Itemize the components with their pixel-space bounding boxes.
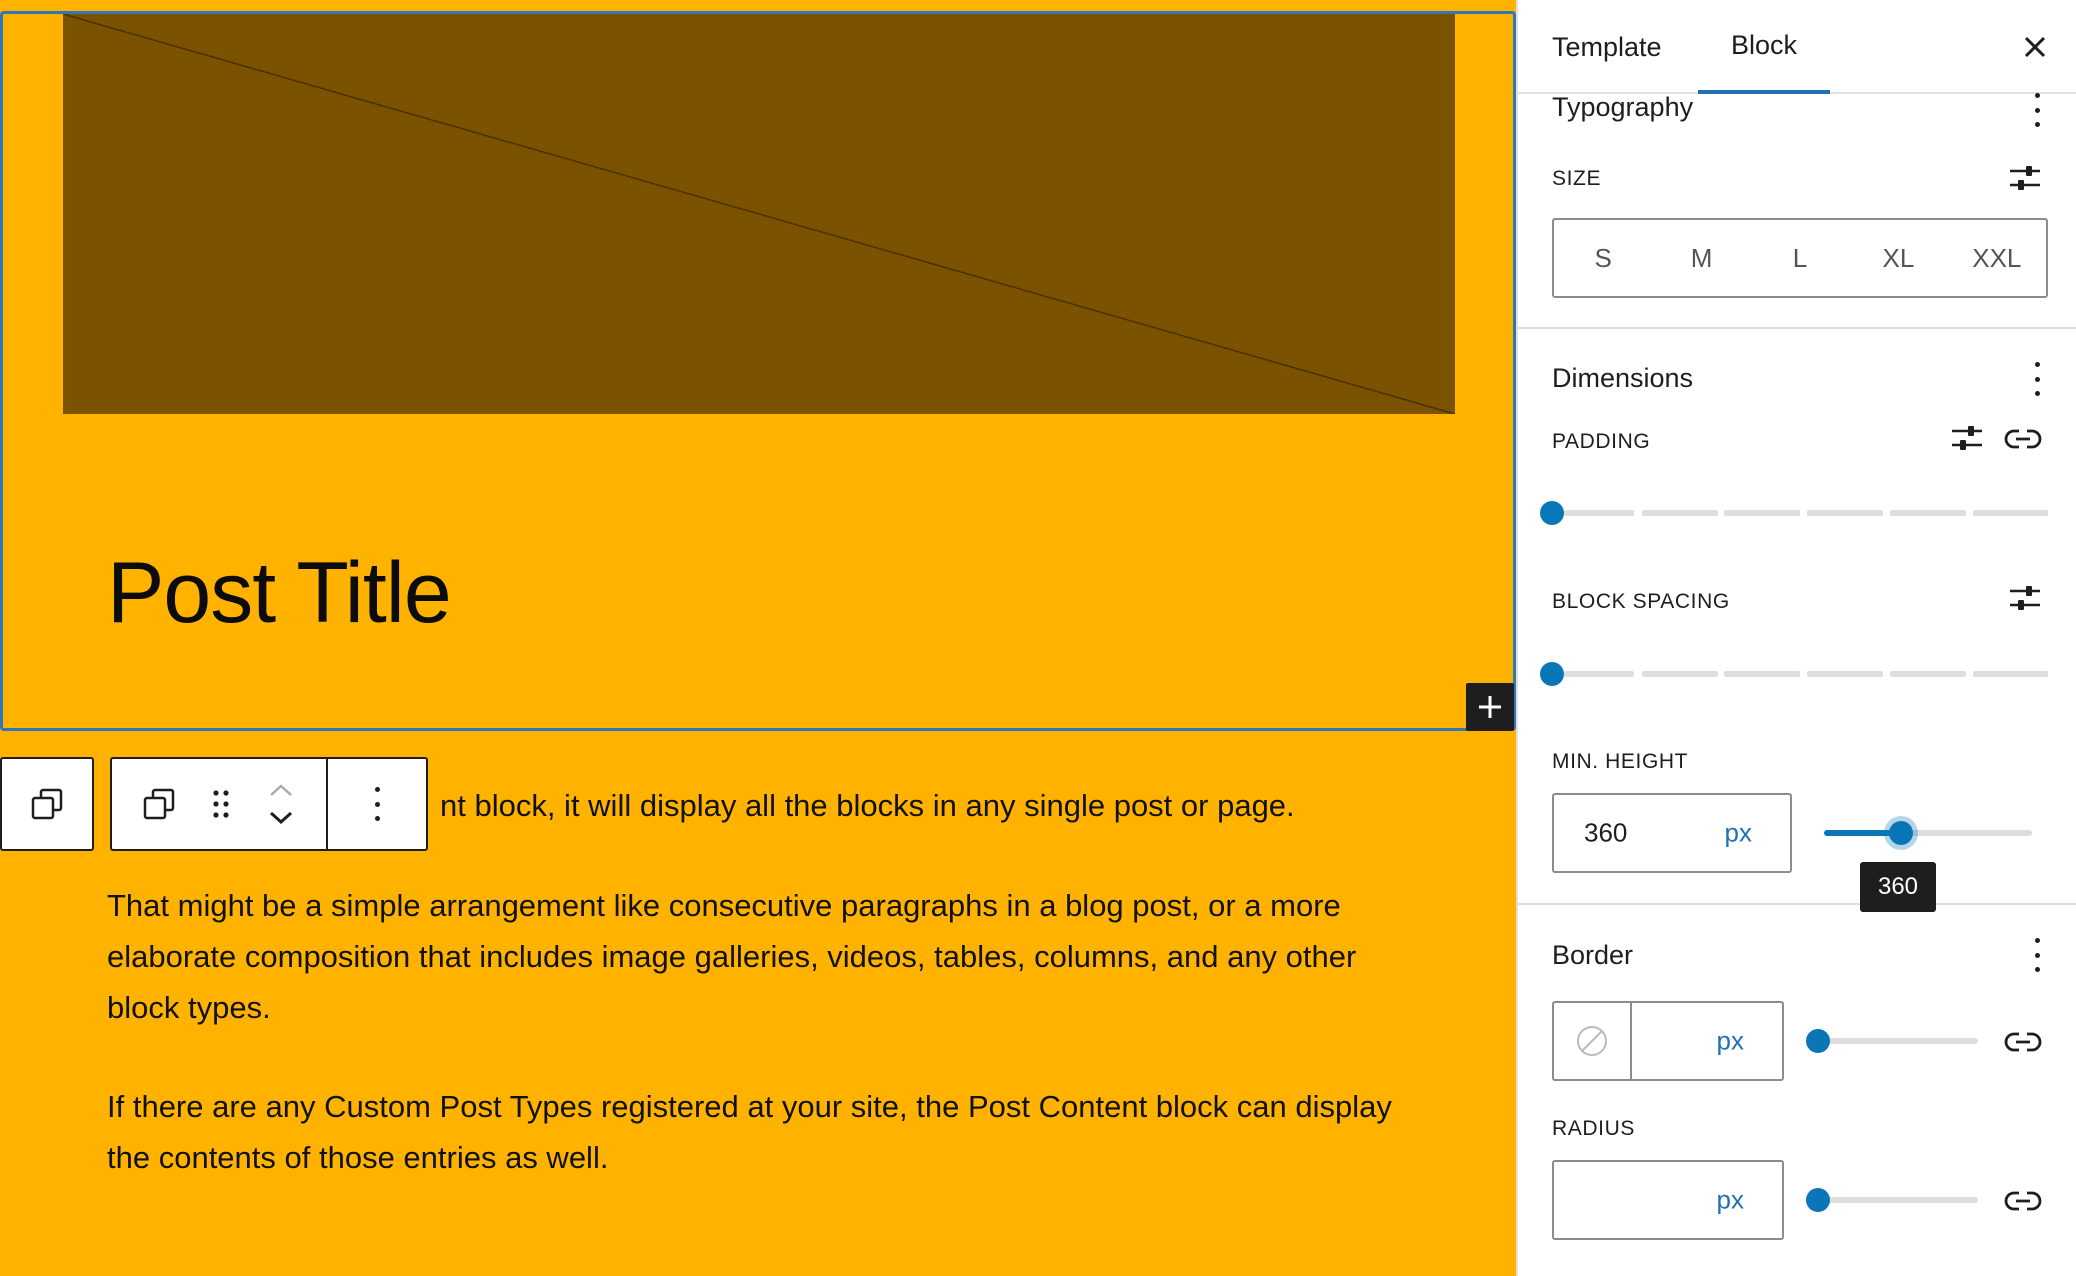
typography-options-icon[interactable] [2032, 93, 2042, 127]
placeholder-diagonal [63, 14, 1455, 414]
drag-handle-icon [213, 790, 229, 818]
options-button[interactable] [328, 759, 426, 849]
link-icon[interactable] [2004, 1029, 2042, 1055]
border-width-unit[interactable]: px [1717, 1026, 1744, 1057]
sliders-icon[interactable] [2008, 583, 2042, 613]
block-spacing-slider-thumb[interactable] [1540, 662, 1564, 686]
paragraph-1[interactable]: nt block, it will display all the blocks… [440, 780, 1295, 831]
border-title: Border [1552, 940, 1634, 970]
tab-template[interactable]: Template [1552, 0, 1662, 94]
more-vertical-icon [372, 787, 382, 821]
border-width-slider[interactable] [1818, 1038, 1978, 1044]
drag-handle[interactable] [206, 759, 236, 849]
editor-canvas: Post Title nt block, it will display all… [0, 0, 1516, 1276]
chevron-up-icon[interactable] [268, 783, 294, 797]
min-height-slider-thumb[interactable] [1884, 816, 1918, 850]
dimensions-options-icon[interactable] [2032, 362, 2042, 396]
sliders-icon[interactable] [2008, 163, 2042, 193]
block-type-button[interactable] [112, 759, 206, 849]
select-parent-button[interactable] [0, 757, 94, 851]
size-option-xl[interactable]: XL [1849, 220, 1947, 296]
sidebar-tabs: Template Block [1518, 0, 2076, 94]
size-option-xxl[interactable]: XXL [1948, 220, 2046, 296]
radius-slider[interactable] [1818, 1197, 1978, 1203]
tab-block[interactable]: Block [1698, 0, 1830, 94]
paragraph-2[interactable]: That might be a simple arrangement like … [107, 880, 1437, 1033]
padding-slider[interactable] [1552, 510, 2048, 516]
padding-slider-thumb[interactable] [1540, 501, 1564, 525]
min-height-label: MIN. HEIGHT [1552, 750, 1689, 773]
settings-sidebar: Template Block Typography SIZE S M L XL … [1516, 0, 2076, 1276]
typography-title: Typography [1552, 92, 1694, 122]
sliders-icon[interactable] [1950, 423, 1984, 453]
border-options-icon[interactable] [2032, 938, 2042, 972]
radius-input[interactable]: px [1552, 1160, 1784, 1240]
copy-icon [31, 788, 63, 820]
link-icon[interactable] [2004, 426, 2042, 452]
border-width-slider-thumb[interactable] [1806, 1029, 1830, 1053]
add-block-button[interactable] [1466, 683, 1514, 731]
paragraph-3[interactable]: If there are any Custom Post Types regis… [107, 1081, 1437, 1183]
size-option-s[interactable]: S [1554, 220, 1652, 296]
size-label: SIZE [1552, 167, 1602, 190]
border-width-input[interactable]: px [1552, 1001, 1784, 1081]
link-icon[interactable] [2004, 1188, 2042, 1214]
chevron-down-icon[interactable] [268, 811, 294, 825]
min-height-input[interactable]: 360 px [1552, 793, 1792, 873]
dimensions-title: Dimensions [1552, 363, 1694, 393]
radius-label: RADIUS [1552, 1117, 1635, 1140]
min-height-tooltip: 360 [1860, 862, 1936, 912]
close-button[interactable] [2016, 28, 2054, 66]
copy-icon [143, 788, 175, 820]
move-buttons [236, 759, 326, 849]
border-color-button[interactable] [1554, 1003, 1632, 1079]
close-icon [2024, 36, 2046, 58]
min-height-value[interactable]: 360 [1584, 818, 1627, 849]
divider [1518, 327, 2076, 329]
font-size-picker: S M L XL XXL [1552, 218, 2048, 298]
block-toolbar [110, 757, 428, 851]
no-color-icon [1577, 1026, 1607, 1056]
divider [1518, 903, 2076, 905]
size-option-m[interactable]: M [1652, 220, 1750, 296]
post-title[interactable]: Post Title [107, 544, 452, 643]
block-spacing-label: BLOCK SPACING [1552, 590, 1730, 613]
featured-image-placeholder[interactable] [63, 14, 1455, 414]
radius-unit[interactable]: px [1717, 1185, 1744, 1216]
plus-icon [1479, 696, 1501, 718]
cover-block[interactable]: Post Title [0, 11, 1516, 731]
radius-slider-thumb[interactable] [1806, 1188, 1830, 1212]
block-spacing-slider[interactable] [1552, 671, 2048, 677]
min-height-unit[interactable]: px [1725, 818, 1752, 849]
size-option-l[interactable]: L [1751, 220, 1849, 296]
padding-label: PADDING [1552, 430, 1651, 453]
